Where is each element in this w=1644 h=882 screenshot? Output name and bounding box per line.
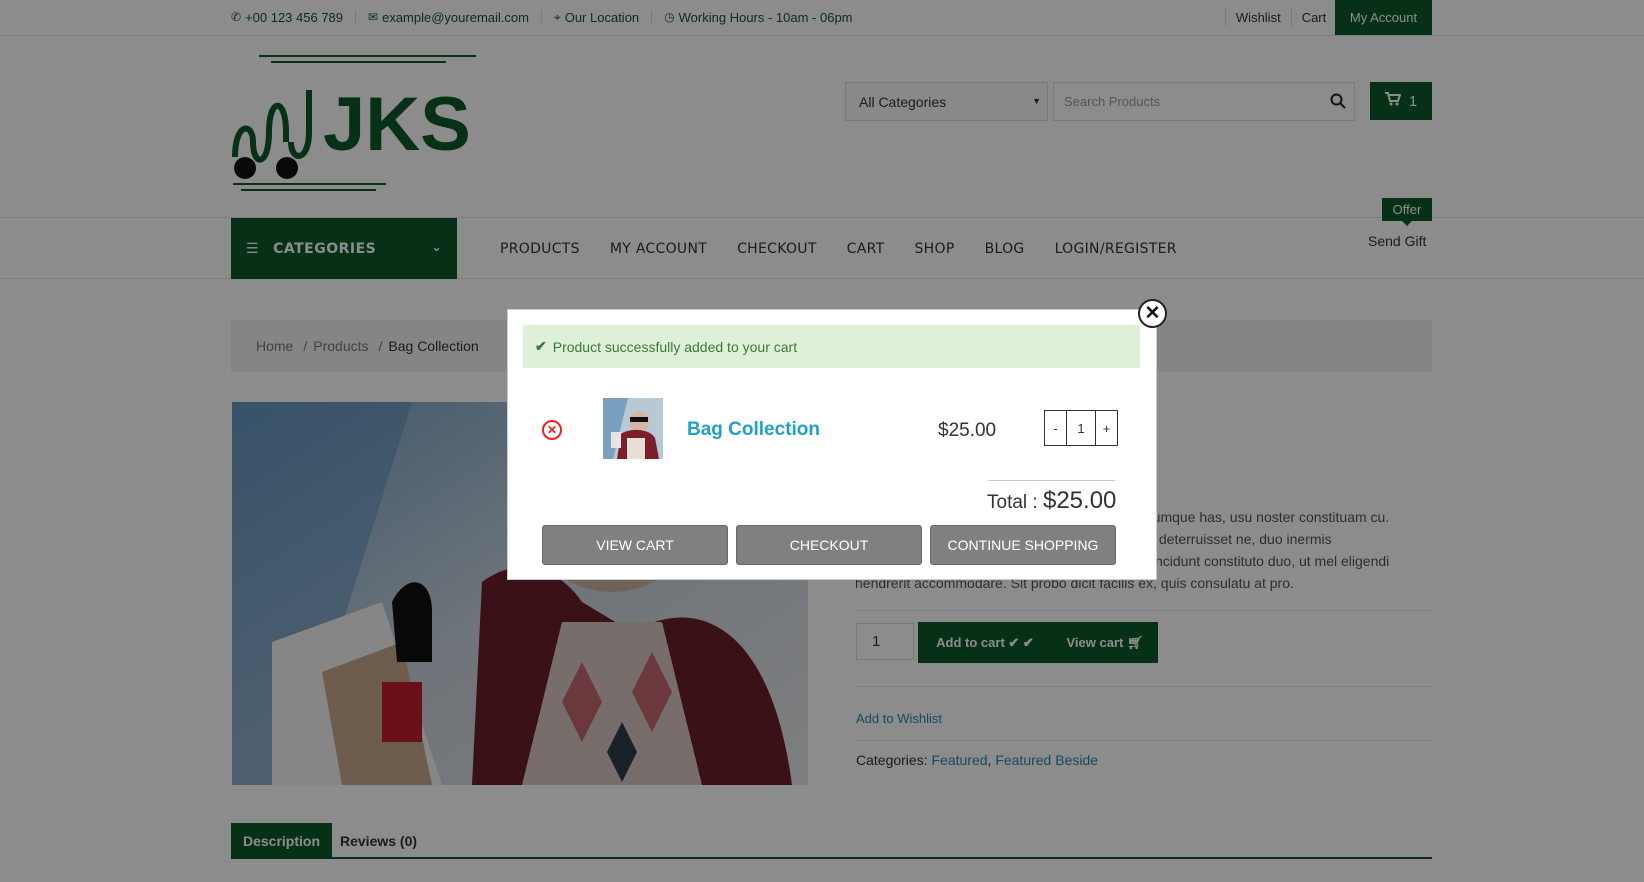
qty-minus-button[interactable]: - bbox=[1045, 411, 1066, 445]
continue-shopping-button[interactable]: CONTINUE SHOPPING bbox=[930, 525, 1116, 565]
quantity-stepper: - 1 + bbox=[1044, 410, 1118, 446]
remove-item-icon[interactable]: ✕ bbox=[542, 420, 562, 440]
cart-item-thumbnail[interactable] bbox=[603, 398, 663, 459]
total-divider bbox=[988, 480, 1115, 481]
check-icon: ✔ bbox=[535, 338, 547, 354]
cart-total: Total : $25.00 bbox=[987, 487, 1116, 515]
view-cart-modal-button[interactable]: VIEW CART bbox=[542, 525, 728, 565]
qty-plus-button[interactable]: + bbox=[1096, 411, 1117, 445]
checkout-modal-button[interactable]: CHECKOUT bbox=[736, 525, 922, 565]
cart-item-price: $25.00 bbox=[938, 420, 997, 441]
total-value: $25.00 bbox=[1042, 487, 1117, 514]
cart-item-name[interactable]: Bag Collection bbox=[687, 419, 820, 441]
success-message: Product successfully added to your cart bbox=[552, 338, 798, 355]
qty-value[interactable]: 1 bbox=[1066, 411, 1096, 445]
total-label: Total : bbox=[987, 492, 1038, 513]
modal-close-icon[interactable]: ✕ bbox=[1138, 299, 1167, 328]
success-alert: ✔ Product successfully added to your car… bbox=[523, 325, 1140, 368]
